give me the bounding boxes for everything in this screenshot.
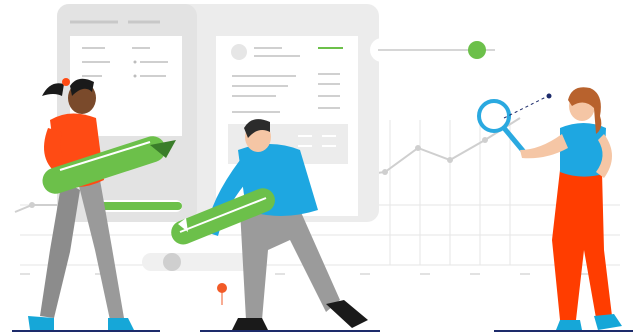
user-avatar-icon [231,44,247,60]
slider-thumb [468,41,486,59]
magnifier-icon [477,99,527,155]
collaboration-illustration [12,4,633,332]
woman-with-magnifier [477,87,622,330]
gray-slider [142,253,252,271]
progress-bar-left [94,200,182,212]
red-dot-marker [217,283,227,305]
app-window-mock [57,4,379,222]
slider-control [370,38,508,62]
